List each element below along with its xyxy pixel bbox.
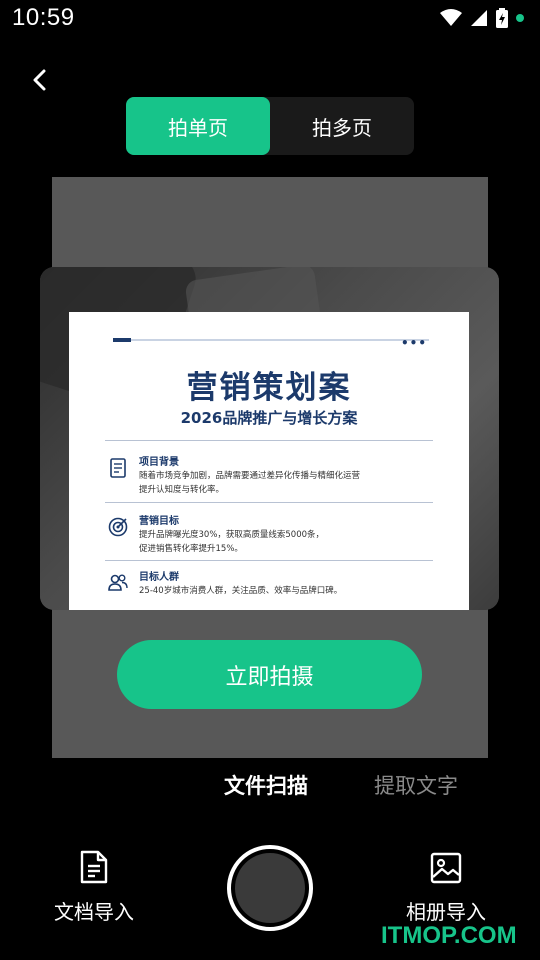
shutter-button[interactable] xyxy=(227,845,313,931)
doc-dots: ••• xyxy=(400,336,427,350)
doc-section-line: 促进销售转化率提升15%。 xyxy=(139,544,243,554)
doc-section-line: 提升认知度与转化率。 xyxy=(139,485,225,495)
album-import-button[interactable]: 相册导入 xyxy=(392,852,500,932)
battery-icon xyxy=(496,8,508,28)
doc-top-rule xyxy=(113,339,429,341)
album-import-label: 相册导入 xyxy=(406,900,486,924)
document-icon xyxy=(110,458,126,478)
doc-import-button[interactable]: 文档导入 xyxy=(40,850,148,930)
tab-file-scan[interactable]: 文件扫描 xyxy=(224,770,308,800)
mode-single-page[interactable]: 拍单页 xyxy=(126,97,270,155)
doc-section-title: 营销目标 xyxy=(139,516,179,527)
users-icon xyxy=(108,574,128,591)
shutter-inner xyxy=(235,853,305,923)
doc-divider xyxy=(105,560,433,561)
status-bar: 10:59 xyxy=(0,0,540,38)
back-button[interactable] xyxy=(26,66,52,94)
mode-multi-page[interactable]: 拍多页 xyxy=(270,97,414,155)
doc-section-body: 提升品牌曝光度30%，获取高质量线索5000条， 促进销售转化率提升15%。 xyxy=(139,528,324,556)
doc-divider xyxy=(105,502,433,503)
doc-title: 营销策划案 xyxy=(186,370,352,406)
image-icon xyxy=(430,852,462,884)
wifi-icon xyxy=(440,9,462,26)
notification-dot xyxy=(516,14,524,22)
capture-mode-toggle: 拍单页 拍多页 xyxy=(126,97,414,155)
doc-divider xyxy=(105,440,433,441)
doc-section-line: 提升品牌曝光度30%，获取高质量线索5000条， xyxy=(139,530,325,540)
doc-section-title: 项目背景 xyxy=(139,457,179,468)
sample-photo: ••• 营销策划案 2026品牌推广与增长方案 项目背景 随着市场竞争加剧，品牌… xyxy=(40,267,499,610)
doc-top-accent xyxy=(113,338,131,342)
doc-section-body: 25-40岁城市消费人群，关注品质、效率与品牌口碑。 xyxy=(139,584,342,598)
target-icon xyxy=(108,517,128,537)
file-text-icon xyxy=(80,850,108,884)
doc-section-line: 随着市场竞争加剧，品牌需要通过差异化传播与精细化运营 xyxy=(139,471,361,481)
chevron-left-icon xyxy=(33,69,46,91)
doc-section-line: 25-40岁城市消费人群，关注品质、效率与品牌口碑。 xyxy=(139,586,343,596)
status-time: 10:59 xyxy=(12,4,75,31)
status-icons xyxy=(440,8,524,28)
doc-section-title: 目标人群 xyxy=(139,572,179,583)
tab-extract-text[interactable]: 提取文字 xyxy=(374,770,458,800)
sample-document: ••• 营销策划案 2026品牌推广与增长方案 项目背景 随着市场竞争加剧，品牌… xyxy=(69,312,469,610)
doc-subtitle: 2026品牌推广与增长方案 xyxy=(180,409,358,427)
signal-icon xyxy=(471,10,487,26)
doc-import-label: 文档导入 xyxy=(54,900,134,924)
capture-now-button[interactable]: 立即拍摄 xyxy=(117,640,422,709)
watermark: ITMOP.COM xyxy=(381,922,517,949)
doc-section-body: 随着市场竞争加剧，品牌需要通过差异化传播与精细化运营 提升认知度与转化率。 xyxy=(139,469,360,497)
